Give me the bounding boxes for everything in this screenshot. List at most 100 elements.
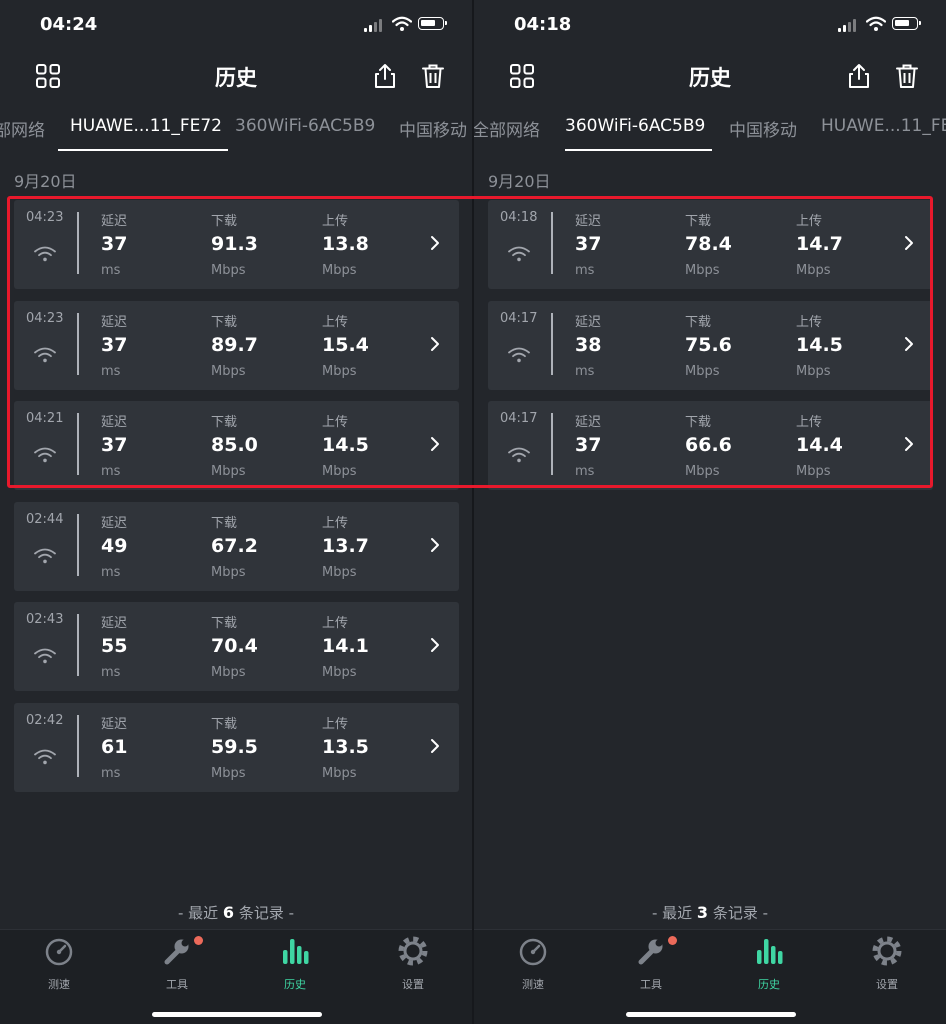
trash-icon[interactable] (893, 62, 921, 90)
tab-china-mobile[interactable]: 中国移动 (399, 116, 467, 141)
latency-value: 61 (101, 736, 128, 758)
wifi-status-icon (866, 16, 886, 31)
latency-label: 延迟 (101, 415, 128, 431)
share-icon[interactable] (845, 62, 873, 90)
record-time: 04:17 (500, 411, 538, 427)
download-value: 67.2 (211, 534, 258, 557)
download-label: 下载 (211, 314, 238, 330)
wrench-icon (164, 939, 189, 965)
card-divider (77, 513, 79, 576)
download-value: 89.7 (211, 333, 258, 356)
latency-value: 55 (101, 635, 128, 658)
latency-unit: ms (575, 363, 595, 379)
record-card[interactable]: 04:23 延迟 37 ms 下载 89.7 Mbps 上传 15.4 Mbps (14, 300, 459, 390)
record-card[interactable]: 04:17 延迟 38 ms 下载 75.6 Mbps 上传 14.5 Mbps (488, 300, 933, 390)
nav-label: 历史 (284, 978, 306, 991)
nav-label: 工具 (166, 978, 188, 991)
cellular-signal-icon (364, 18, 384, 32)
header: 历史 (474, 56, 946, 96)
latency-unit: ms (101, 665, 121, 681)
speedometer-icon (45, 938, 73, 966)
page-title: 历史 (689, 66, 731, 90)
record-card[interactable]: 02:43 延迟 55 ms 下载 70.4 Mbps 上传 14.1 Mbps (14, 602, 459, 692)
chevron-right-icon[interactable] (429, 738, 441, 754)
wifi-icon (34, 749, 56, 765)
record-summary: - 最近 3 条记录 - (651, 903, 769, 922)
nav-label: 历史 (758, 978, 780, 991)
upload-label: 上传 (322, 515, 349, 531)
upload-label: 上传 (796, 314, 823, 330)
record-card[interactable]: 02:42 延迟 61 ms 下载 59.5 Mbps 上传 13.5 Mbps (14, 703, 459, 792)
chevron-right-icon[interactable] (903, 235, 915, 251)
tab-huawei[interactable]: HUAWE...11_FE72 (70, 116, 222, 136)
nav-tools[interactable]: 工具 (132, 936, 222, 991)
tab-360wifi[interactable]: 360WiFi-6AC5B9 (565, 116, 705, 136)
download-value: 59.5 (211, 736, 258, 758)
latency-value: 38 (575, 333, 602, 356)
nav-label: 测速 (48, 978, 70, 991)
nav-history[interactable]: 历史 (250, 936, 340, 991)
upload-label: 上传 (796, 415, 823, 431)
card-divider (77, 614, 79, 677)
nav-speedtest[interactable]: 测速 (14, 936, 104, 991)
tab-huawei[interactable]: HUAWE...11_FE (821, 116, 946, 136)
wifi-icon (34, 347, 56, 362)
chevron-right-icon[interactable] (429, 637, 441, 653)
nav-settings[interactable]: 设置 (842, 936, 932, 991)
upload-label: 上传 (322, 214, 349, 229)
status-bar: 04:24 (0, 14, 472, 38)
latency-unit: ms (575, 263, 595, 278)
download-label: 下载 (211, 515, 238, 531)
active-tab-underline (565, 149, 712, 151)
chevron-right-icon[interactable] (429, 436, 441, 452)
record-count: 6 (222, 903, 235, 922)
upload-value: 15.4 (322, 333, 369, 356)
network-tabs: 部网络 HUAWE...11_FE72 360WiFi-6AC5B9 中国移动 (0, 108, 472, 152)
download-unit: Mbps (211, 564, 246, 580)
upload-value: 14.7 (796, 233, 843, 255)
download-unit: Mbps (211, 363, 246, 379)
latency-value: 37 (101, 233, 128, 255)
home-indicator (152, 1012, 322, 1017)
chevron-right-icon[interactable] (429, 235, 441, 251)
latency-unit: ms (101, 564, 121, 580)
latency-label: 延迟 (101, 616, 128, 632)
date-header: 9月20日 (488, 172, 551, 191)
record-card[interactable]: 04:17 延迟 37 ms 下载 66.6 Mbps 上传 14.4 Mbps (488, 401, 933, 491)
tab-china-mobile[interactable]: 中国移动 (729, 116, 797, 141)
latency-label: 延迟 (101, 214, 128, 229)
upload-value: 14.1 (322, 635, 369, 658)
download-label: 下载 (211, 616, 238, 632)
chevron-right-icon[interactable] (903, 436, 915, 452)
wifi-icon (508, 246, 530, 262)
active-tab-underline (58, 149, 228, 151)
record-time: 04:18 (500, 210, 538, 225)
nav-settings[interactable]: 设置 (368, 936, 458, 991)
trash-icon[interactable] (419, 62, 447, 90)
chevron-right-icon[interactable] (903, 336, 915, 352)
record-card[interactable]: 04:18 延迟 37 ms 下载 78.4 Mbps 上传 14.7 Mbps (488, 200, 933, 289)
record-card[interactable]: 04:23 延迟 37 ms 下载 91.3 Mbps 上传 13.8 Mbps (14, 200, 459, 289)
chevron-right-icon[interactable] (429, 537, 441, 553)
download-value: 75.6 (685, 333, 732, 356)
share-icon[interactable] (371, 62, 399, 90)
nav-tools[interactable]: 工具 (606, 936, 696, 991)
record-time: 02:42 (26, 713, 64, 728)
status-bar: 04:18 (474, 14, 946, 38)
nav-speedtest[interactable]: 测速 (488, 936, 578, 991)
chevron-right-icon[interactable] (429, 336, 441, 352)
bottom-navigation: 测速 工具 历史 设置 (474, 929, 946, 1024)
upload-value: 13.5 (322, 736, 369, 758)
card-divider (551, 413, 553, 476)
download-label: 下载 (685, 314, 712, 330)
nav-history[interactable]: 历史 (724, 936, 814, 991)
speedometer-icon (519, 938, 547, 966)
tab-360wifi[interactable]: 360WiFi-6AC5B9 (235, 116, 375, 136)
download-unit: Mbps (211, 665, 246, 681)
record-card[interactable]: 04:21 延迟 37 ms 下载 85.0 Mbps 上传 14.5 Mbps (14, 401, 459, 491)
tab-all-networks[interactable]: 全部网络 (474, 116, 540, 141)
tab-all-networks[interactable]: 部网络 (0, 116, 45, 141)
gear-icon (872, 936, 902, 966)
record-card[interactable]: 02:44 延迟 49 ms 下载 67.2 Mbps 上传 13.7 Mbps (14, 501, 459, 591)
status-time: 04:18 (514, 14, 572, 35)
